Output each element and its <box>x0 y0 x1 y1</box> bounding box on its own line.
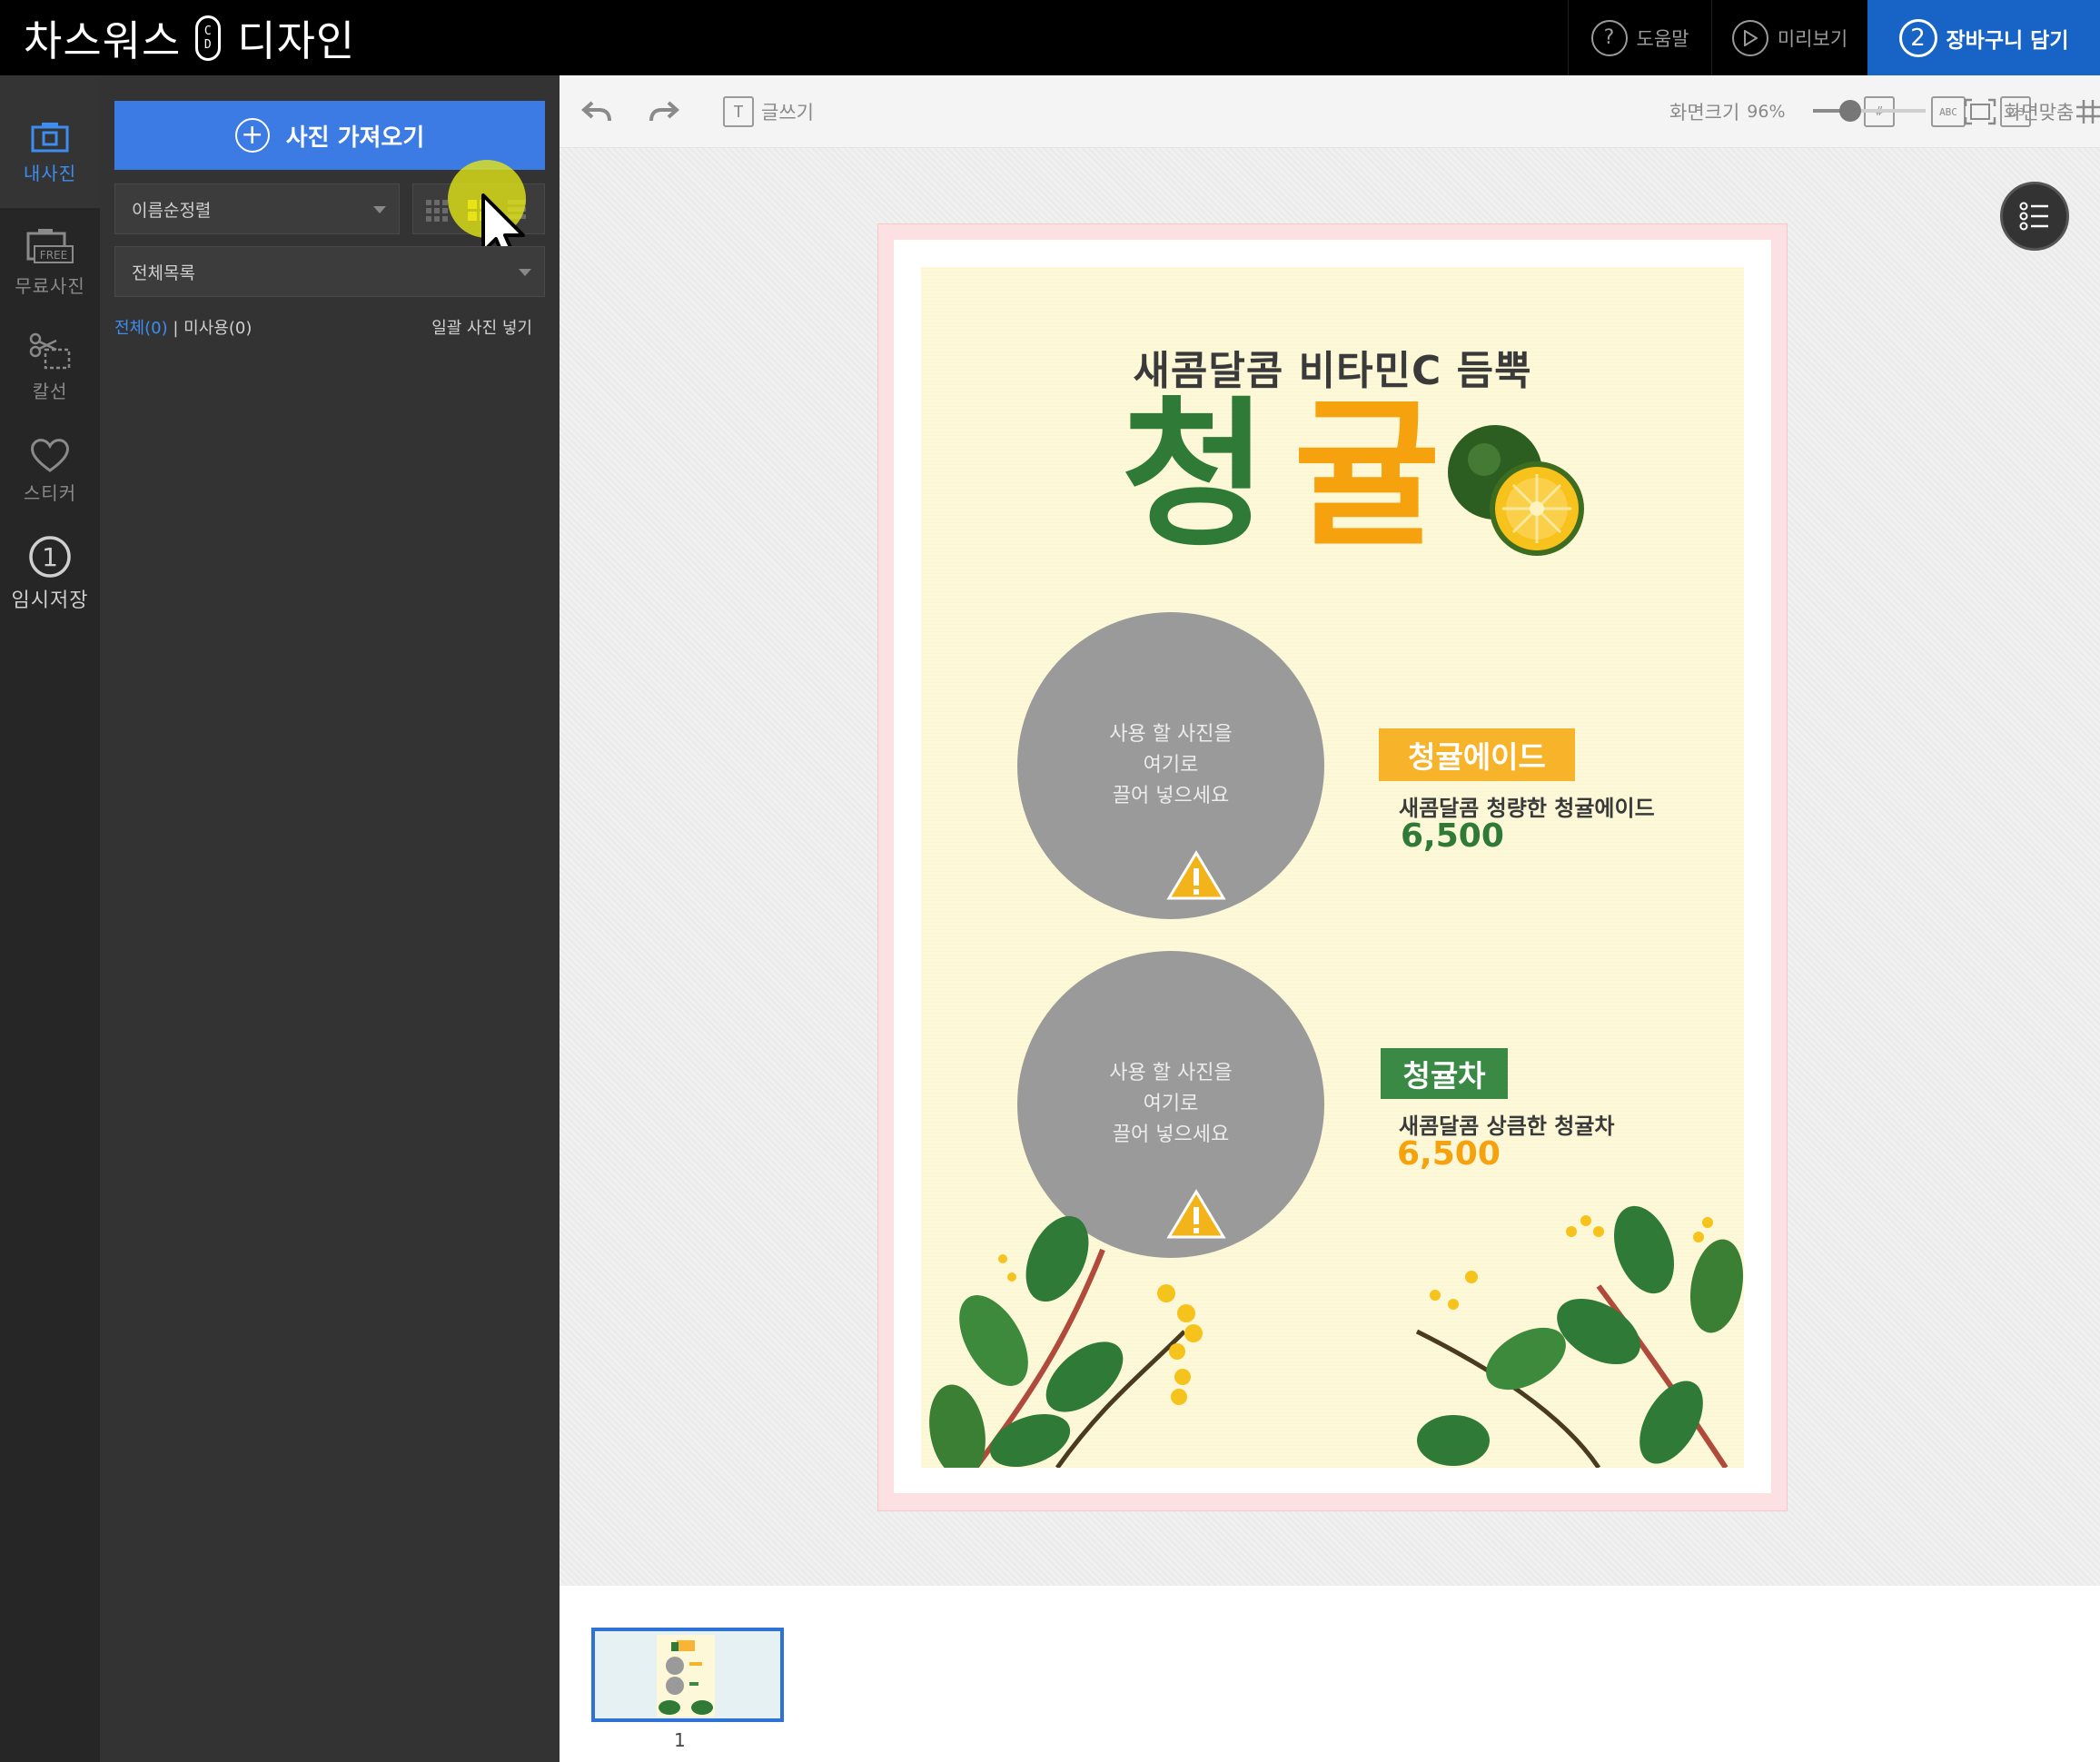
zoom-label-group: 화면크기 96% <box>1669 75 1786 148</box>
drop-zone-text-2: 여기로 <box>1143 754 1199 777</box>
poster-title-char-1[interactable]: 청 <box>1121 385 1268 567</box>
photo-panel: + 사진 가져오기 이름순정렬 전체목록 전체(0) | 미사용(0) 일괄 사… <box>100 75 560 1762</box>
poster: 새콤달콤 비타민C 듬뿍 청 귤 사용 할 사진을 여기로 끌어 넣으세요 청귤… <box>921 267 1744 1468</box>
help-label: 도움말 <box>1636 27 1689 50</box>
zoom-slider-handle[interactable] <box>1838 100 1861 122</box>
layer-list-button[interactable] <box>2000 182 2069 251</box>
brand-badge-bottom: D <box>203 37 213 52</box>
brand-name-left: 차스워스 <box>24 15 182 65</box>
grid-toggle[interactable] <box>2075 75 2100 148</box>
brand-name-right: 디자인 <box>237 15 356 65</box>
rail-label-cut-lines: 칼선 <box>32 381 68 402</box>
drop-zone-text-3: 끌어 넣으세요 <box>1112 1124 1230 1146</box>
bulk-insert-link[interactable]: 일괄 사진 넣기 <box>431 315 532 339</box>
text-style-tool[interactable]: ABC <box>1931 75 1966 148</box>
brand-badge-icon: C D <box>195 15 222 61</box>
undo-icon <box>581 101 611 122</box>
small-grid-icon[interactable] <box>426 200 448 222</box>
preview-button[interactable]: 미리보기 <box>1711 0 1867 75</box>
sort-select[interactable]: 이름순정렬 <box>114 183 400 234</box>
list-icon <box>2019 202 2048 231</box>
grid-lines-icon <box>2076 100 2100 124</box>
rail-item-temp-save[interactable]: 1 임시저장 <box>0 535 100 662</box>
step-number-icon: 2 <box>1898 18 1937 57</box>
drop-zone-text-1: 사용 할 사진을 <box>1109 1062 1233 1084</box>
rail-item-free-photos[interactable]: FREE 무료사진 <box>0 226 100 335</box>
camera-icon <box>31 123 69 153</box>
add-to-cart-label: 장바구니 담기 <box>1946 28 2069 53</box>
filter-unused-link[interactable]: 미사용(0) <box>183 319 252 338</box>
zoom-slider[interactable] <box>1813 100 1926 122</box>
item-1-price[interactable]: 6,500 <box>1401 817 1504 855</box>
undo-button[interactable] <box>581 75 612 148</box>
left-rail: 내사진 FREE 무료사진 칼선 스티커 1 임시저장 <box>0 75 100 1762</box>
chevron-down-icon <box>373 206 386 213</box>
leaf-decoration-left[interactable] <box>921 1195 1303 1468</box>
warning-icon <box>1166 850 1226 900</box>
heart-icon <box>31 439 69 472</box>
item-2-price[interactable]: 6,500 <box>1397 1135 1501 1173</box>
fit-screen-label: 화면맞춤 <box>2004 102 2075 124</box>
folder-select-value: 전체목록 <box>132 262 195 283</box>
zoom-label: 화면크기 <box>1669 102 1740 124</box>
folder-select[interactable]: 전체목록 <box>114 246 545 297</box>
rail-label-temp-save: 임시저장 <box>11 589 89 612</box>
photo-filter-row: 전체(0) | 미사용(0) 일괄 사진 넣기 <box>114 315 545 339</box>
brand-badge-top: C <box>203 24 213 38</box>
fit-screen-icon <box>1964 98 1996 125</box>
rail-item-my-photos[interactable]: 내사진 <box>0 75 100 208</box>
citrus-illustration[interactable] <box>1441 418 1595 563</box>
page-thumbnail[interactable] <box>591 1628 784 1722</box>
rail-item-stickers[interactable]: 스티커 <box>0 437 100 546</box>
item-2-tag[interactable]: 청귤차 <box>1381 1048 1508 1099</box>
write-text-label: 글쓰기 <box>761 102 814 124</box>
drop-zone-text-1: 사용 할 사진을 <box>1109 723 1233 746</box>
filter-separator: | <box>173 319 179 338</box>
redo-icon <box>649 101 679 122</box>
add-to-cart-button[interactable]: 2 장바구니 담기 <box>1867 0 2100 75</box>
fit-screen-button[interactable]: 화면맞춤 <box>1964 75 2074 148</box>
redo-button[interactable] <box>649 75 679 148</box>
scissors-icon <box>29 332 71 370</box>
page-thumbnail-bar <box>560 1586 2100 1762</box>
play-icon <box>1731 19 1768 56</box>
preview-label: 미리보기 <box>1777 27 1848 50</box>
thumbnail-poster-image <box>659 1640 713 1715</box>
help-button[interactable]: ? 도움말 <box>1568 0 1711 75</box>
svg-text:1: 1 <box>42 542 58 572</box>
poster-title-char-2[interactable]: 귤 <box>1293 385 1441 567</box>
write-text-button[interactable]: T 글쓰기 <box>723 75 814 148</box>
rail-label-my-photos: 내사진 <box>23 163 77 184</box>
sort-select-value: 이름순정렬 <box>132 200 212 221</box>
temp-save-icon: 1 <box>29 536 71 578</box>
filter-all-link[interactable]: 전체(0) <box>114 319 168 338</box>
brand-logo[interactable]: 차스워스 C D 디자인 <box>24 0 355 75</box>
abc-icon: ABC <box>1931 96 1966 127</box>
import-photos-label: 사진 가져오기 <box>285 124 425 152</box>
top-bar: 차스워스 C D 디자인 ? 도움말 미리보기 2 장바구니 담기 <box>0 0 2100 75</box>
rail-label-stickers: 스티커 <box>23 482 77 504</box>
leaf-decoration-right[interactable] <box>1362 1195 1744 1468</box>
svg-text:FREE: FREE <box>40 249 67 262</box>
drop-zone-text-3: 끌어 넣으세요 <box>1112 785 1230 807</box>
plus-icon: + <box>234 118 270 153</box>
rail-item-cut-lines[interactable]: 칼선 <box>0 330 100 439</box>
item-1-tag[interactable]: 청귤에이드 <box>1379 728 1575 781</box>
rail-label-free-photos: 무료사진 <box>15 275 85 297</box>
drop-zone-text-2: 여기로 <box>1143 1093 1199 1115</box>
page-number: 1 <box>674 1729 686 1751</box>
page-thumbnail-preview <box>657 1635 715 1717</box>
help-icon: ? <box>1590 19 1628 56</box>
chevron-down-icon <box>519 269 531 276</box>
zoom-value: 96% <box>1747 102 1786 122</box>
text-box-icon: T <box>723 96 754 127</box>
free-photo-icon: FREE <box>26 229 74 263</box>
